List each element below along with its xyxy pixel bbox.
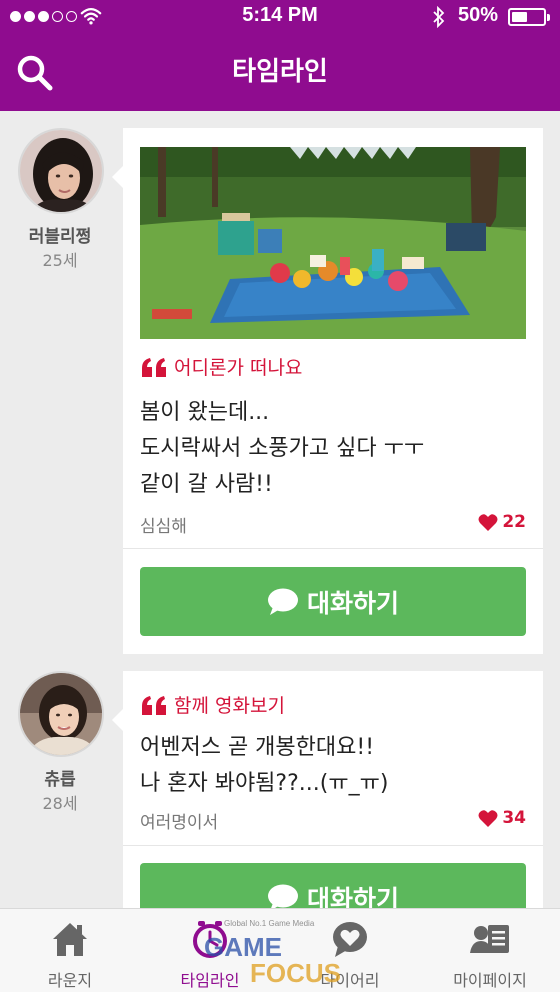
- navigation-bar: 타임라인: [0, 34, 560, 111]
- author-name: 러블리쩡: [28, 227, 92, 247]
- post-location: 여러명이서: [140, 813, 219, 833]
- like-count: 22: [502, 512, 526, 532]
- battery-percent: 50%: [458, 4, 499, 26]
- post-text-line: 같이 갈 사람!!: [140, 472, 273, 497]
- battery-level: [512, 12, 527, 22]
- clock-icon: [193, 921, 227, 958]
- post-photo[interactable]: [140, 147, 526, 339]
- author-age: 28세: [42, 794, 78, 813]
- chat-bubble-icon: [267, 588, 298, 615]
- like-count: 34: [502, 808, 526, 828]
- tab-label: 타임라인: [180, 971, 240, 990]
- tab-label: 다이어리: [320, 971, 380, 990]
- chat-button[interactable]: 대화하기: [140, 567, 526, 636]
- post-category: 함께 영화보기: [140, 691, 285, 718]
- category-label: 어디론가 떠나요: [174, 357, 303, 379]
- chat-bubble-icon: [267, 884, 298, 908]
- profile-card-icon: [470, 925, 509, 953]
- tab-mypage[interactable]: 마이페이지: [420, 909, 560, 992]
- like-button[interactable]: 22: [478, 512, 526, 532]
- chat-button[interactable]: 대화하기: [140, 863, 526, 908]
- divider: [123, 548, 543, 549]
- tab-label: 라운지: [47, 971, 93, 990]
- timeline-feed[interactable]: 러블리쩡 25세 어디론가 떠나요 봄이 왔는데... 도시락싸서 소풍가고 싶…: [0, 111, 560, 908]
- heart-icon: [478, 514, 498, 531]
- tab-bar: 라운지 타임라인 다이어리 마이페이지: [0, 908, 560, 992]
- author-age: 25세: [42, 251, 78, 270]
- heart-icon: [478, 810, 498, 827]
- post-text: 어벤저스 곧 개봉한대요!! 나 혼자 봐야됨??...(ㅠ_ㅠ): [140, 730, 388, 802]
- post-text: 봄이 왔는데... 도시락싸서 소풍가고 싶다 ㅜㅜ 같이 갈 사람!!: [140, 395, 424, 503]
- tab-diary[interactable]: 다이어리: [280, 909, 420, 992]
- battery-icon: [508, 8, 550, 26]
- quote-icon: [142, 695, 166, 715]
- divider: [123, 845, 543, 846]
- tab-label: 마이페이지: [453, 971, 527, 990]
- chat-button-label: 대화하기: [306, 884, 399, 909]
- bluetooth-icon: [433, 6, 445, 28]
- author-name: 츄릅: [44, 770, 76, 790]
- status-bar: 5:14 PM 50%: [0, 0, 560, 34]
- post-text-line: 도시락싸서 소풍가고 싶다 ㅜㅜ: [140, 436, 425, 461]
- avatar[interactable]: [18, 671, 104, 757]
- quote-icon: [142, 357, 166, 377]
- post-location: 심심해: [140, 517, 187, 537]
- tab-timeline[interactable]: 타임라인: [140, 909, 280, 992]
- heart-chat-icon: [333, 922, 367, 957]
- post-category: 어디론가 떠나요: [140, 353, 302, 380]
- post-text-line: 나 혼자 봐야됨??...(ㅠ_ㅠ): [140, 771, 389, 796]
- home-icon: [53, 923, 87, 956]
- post-text-line: 봄이 왔는데...: [140, 400, 270, 425]
- tab-lounge[interactable]: 라운지: [0, 909, 140, 992]
- page-title: 타임라인: [232, 57, 328, 87]
- avatar[interactable]: [18, 128, 104, 214]
- like-button[interactable]: 34: [478, 808, 526, 828]
- post-card: 어디론가 떠나요 봄이 왔는데... 도시락싸서 소풍가고 싶다 ㅜㅜ 같이 갈…: [112, 128, 543, 654]
- chat-button-label: 대화하기: [306, 588, 399, 618]
- post-text-line: 어벤저스 곧 개봉한대요!!: [140, 735, 375, 760]
- category-label: 함께 영화보기: [174, 695, 285, 717]
- post-card: 함께 영화보기 어벤저스 곧 개봉한대요!! 나 혼자 봐야됨??...(ㅠ_ㅠ…: [112, 671, 543, 908]
